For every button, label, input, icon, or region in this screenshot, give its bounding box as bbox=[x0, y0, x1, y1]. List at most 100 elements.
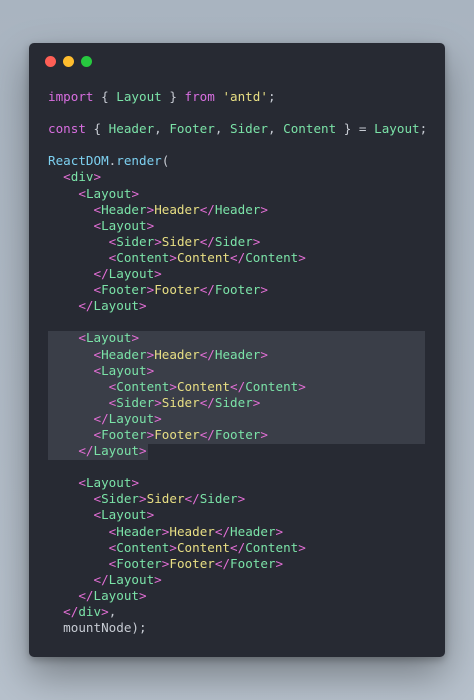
code-token: Layout bbox=[101, 362, 147, 378]
code-token: Footer bbox=[154, 282, 200, 298]
code-token: Layout bbox=[374, 121, 420, 137]
code-token: Layout bbox=[93, 443, 140, 459]
code-line: <Content>Content</Content> bbox=[48, 379, 445, 395]
code-token: Layout bbox=[108, 571, 155, 587]
code-token: Content bbox=[245, 539, 299, 555]
code-token: Sider bbox=[161, 233, 200, 249]
code-line: <Footer>Footer</Footer> bbox=[48, 427, 445, 443]
code-token: < bbox=[78, 185, 86, 201]
code-block[interactable]: import { Layout } from 'antd'; const { H… bbox=[48, 89, 445, 636]
code-token: > bbox=[169, 249, 177, 265]
code-line: const { Header, Footer, Sider, Content }… bbox=[48, 121, 445, 137]
code-token: > bbox=[154, 410, 162, 426]
code-token: Content bbox=[245, 378, 299, 394]
code-token: > bbox=[260, 346, 268, 362]
code-token: Footer bbox=[169, 555, 215, 571]
code-token: Footer bbox=[101, 426, 147, 442]
code-token: > bbox=[260, 201, 268, 217]
code-token: Footer bbox=[154, 426, 200, 442]
code-token: </ bbox=[93, 571, 109, 587]
code-token: > bbox=[146, 217, 155, 233]
code-line: <Layout> bbox=[48, 186, 445, 202]
code-token: Layout bbox=[85, 330, 132, 346]
code-line: <div> bbox=[48, 169, 445, 185]
code-token: Content bbox=[245, 249, 299, 265]
code-token: Sider bbox=[101, 491, 140, 507]
code-window: import { Layout } from 'antd'; const { H… bbox=[29, 43, 445, 657]
code-token: </ bbox=[214, 555, 231, 571]
code-token: const bbox=[48, 121, 86, 137]
code-line: <Sider>Sider</Sider> bbox=[48, 234, 445, 250]
code-token: </ bbox=[199, 426, 215, 442]
code-line: <Footer>Footer</Footer> bbox=[48, 556, 445, 572]
code-token: Sider bbox=[214, 394, 253, 410]
code-token: Sider bbox=[116, 233, 155, 249]
code-token: > bbox=[139, 298, 147, 314]
code-token: Layout bbox=[93, 298, 140, 314]
code-token: Content bbox=[176, 539, 231, 555]
code-line: </Layout> bbox=[48, 411, 445, 427]
code-token: { bbox=[85, 121, 109, 137]
code-token: < bbox=[63, 169, 71, 185]
code-line: </Layout> bbox=[48, 298, 445, 314]
code-token: div bbox=[78, 604, 102, 619]
code-token: Header bbox=[154, 201, 200, 217]
code-token: > bbox=[139, 491, 147, 507]
code-token: Header bbox=[116, 523, 162, 539]
code-token: render bbox=[116, 153, 162, 169]
code-token: ; bbox=[267, 89, 276, 104]
code-token: > bbox=[260, 426, 268, 442]
code-line: <Content>Content</Content> bbox=[48, 540, 445, 556]
code-token: Layout bbox=[101, 507, 147, 523]
code-line: <Layout> bbox=[48, 475, 445, 491]
code-token: } bbox=[161, 89, 185, 104]
code-token: div bbox=[70, 169, 94, 185]
code-token: Layout bbox=[108, 410, 155, 426]
code-line: <Layout> bbox=[48, 330, 445, 346]
code-token: </ bbox=[199, 233, 215, 249]
code-token: Sider bbox=[116, 394, 155, 410]
code-token: Footer bbox=[101, 282, 147, 298]
maximize-dot-icon[interactable] bbox=[81, 56, 92, 67]
code-token: </ bbox=[199, 346, 215, 362]
code-token: Content bbox=[176, 378, 231, 394]
code-token: , bbox=[267, 121, 284, 137]
close-dot-icon[interactable] bbox=[45, 56, 56, 67]
code-token: < bbox=[93, 282, 102, 298]
code-line: import { Layout } from 'antd'; bbox=[48, 89, 445, 105]
code-token: < bbox=[93, 217, 102, 233]
code-token: Header bbox=[214, 346, 261, 362]
code-token: Sider bbox=[230, 121, 268, 137]
code-token: mountNode); bbox=[48, 620, 147, 636]
code-line: </Layout> bbox=[48, 572, 445, 588]
code-line: </div>, bbox=[48, 604, 445, 620]
code-token: { bbox=[93, 89, 117, 104]
code-line: <Header>Header</Header> bbox=[48, 202, 445, 218]
code-token: Footer bbox=[169, 121, 215, 137]
code-token: Header bbox=[214, 201, 261, 217]
code-token: ( bbox=[161, 153, 170, 169]
code-token: > bbox=[252, 394, 261, 410]
code-token: Layout bbox=[116, 89, 162, 104]
code-line: <Header>Header</Header> bbox=[48, 524, 445, 540]
code-token: Content bbox=[283, 121, 337, 137]
code-token: > bbox=[298, 378, 306, 394]
code-token: </ bbox=[93, 266, 109, 282]
code-token: > bbox=[131, 475, 140, 491]
code-token: Content bbox=[116, 378, 170, 394]
minimize-dot-icon[interactable] bbox=[63, 56, 74, 67]
